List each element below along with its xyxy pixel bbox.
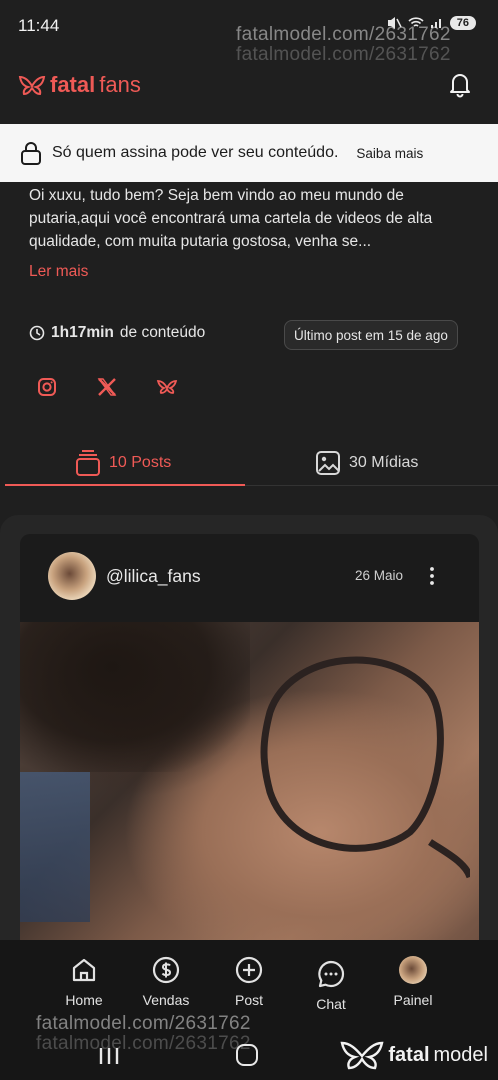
home-icon <box>72 958 96 982</box>
nav-vendas-label: Vendas <box>142 992 190 1008</box>
tab-posts-label: 10 Posts <box>109 454 172 471</box>
x-icon[interactable] <box>96 376 118 398</box>
nav-home-label: Home <box>65 992 103 1008</box>
status-time: 11:44 <box>18 16 60 35</box>
brand-text-fatal: fatal <box>388 1043 430 1066</box>
bell-icon[interactable] <box>448 70 472 98</box>
chat-icon <box>318 960 345 988</box>
last-post-badge: Último post em 15 de ago <box>284 320 458 350</box>
post-image-glasses <box>260 656 470 879</box>
read-more-link[interactable]: Ler mais <box>29 263 88 281</box>
content-duration: 1h17min de conteúdo <box>29 324 205 342</box>
battery-indicator: 76 <box>449 16 476 30</box>
butterfly-logo-icon <box>18 75 46 96</box>
lock-icon <box>21 142 41 165</box>
content-duration-value: 1h17min <box>51 324 114 341</box>
media-icon <box>316 451 340 475</box>
tab-media[interactable]: 30 Mídias <box>315 440 418 486</box>
more-vertical-icon[interactable] <box>424 566 440 586</box>
social-links <box>36 376 178 398</box>
nav-post-label: Post <box>234 992 263 1008</box>
post-image-pillow <box>20 772 90 922</box>
stack-icon <box>76 450 100 476</box>
avatar <box>399 956 427 984</box>
nav-painel[interactable]: Painel <box>373 956 453 1008</box>
fatalmodel-brand: fatal model <box>340 1040 488 1070</box>
content-tabs: 10 Posts 30 Mídias <box>5 440 498 486</box>
fatalfans-logo[interactable]: fatal fans <box>18 72 141 98</box>
post-username[interactable]: @lilica_fans <box>106 566 201 587</box>
nav-home[interactable]: Home <box>44 956 124 1008</box>
active-tab-indicator <box>5 484 245 486</box>
tab-divider <box>245 485 498 486</box>
profile-bio: Oi xuxu, tudo bem? Seja bem vindo ao meu… <box>29 187 433 250</box>
dollar-icon <box>152 956 180 984</box>
nav-chat[interactable]: Chat <box>291 960 371 1012</box>
nav-painel-label: Painel <box>393 992 433 1008</box>
nav-chat-label: Chat <box>316 996 346 1012</box>
instagram-icon[interactable] <box>36 376 58 398</box>
app-header: fatal fans <box>0 60 498 116</box>
logo-text-fans: fans <box>99 72 141 97</box>
nav-vendas[interactable]: Vendas <box>126 956 206 1008</box>
clock-icon <box>29 325 45 341</box>
content-duration-label: de conteúdo <box>119 324 206 341</box>
tab-media-label: 30 Mídias <box>349 454 419 471</box>
post-date: 26 Maio <box>355 568 404 583</box>
recent-apps-icon[interactable] <box>98 1046 120 1066</box>
watermark: fatalmodel.com/2631762 <box>36 1013 251 1034</box>
tab-posts[interactable]: 10 Posts <box>75 440 171 486</box>
logo-text-fatal: fatal <box>50 72 96 97</box>
post-image-hair <box>20 622 250 772</box>
butterfly-logo-icon <box>340 1041 384 1070</box>
watermark: fatalmodel.com/2631762 <box>236 24 451 45</box>
post-image[interactable] <box>20 622 479 944</box>
post-header: @lilica_fans 26 Maio <box>20 534 479 620</box>
post-card[interactable]: @lilica_fans 26 Maio <box>20 534 479 944</box>
subscription-notice: Só quem assina pode ver seu conteúdo. Sa… <box>0 124 498 182</box>
brand-text-model: model <box>433 1043 488 1066</box>
notice-text: Só quem assina pode ver seu conteúdo. <box>52 144 339 161</box>
nav-post[interactable]: Post <box>209 956 289 1008</box>
plus-circle-icon <box>235 956 263 984</box>
home-button-icon[interactable] <box>236 1044 258 1066</box>
learn-more-link[interactable]: Saiba mais <box>356 146 423 161</box>
avatar[interactable] <box>48 552 96 600</box>
bluesky-icon[interactable] <box>156 376 178 398</box>
